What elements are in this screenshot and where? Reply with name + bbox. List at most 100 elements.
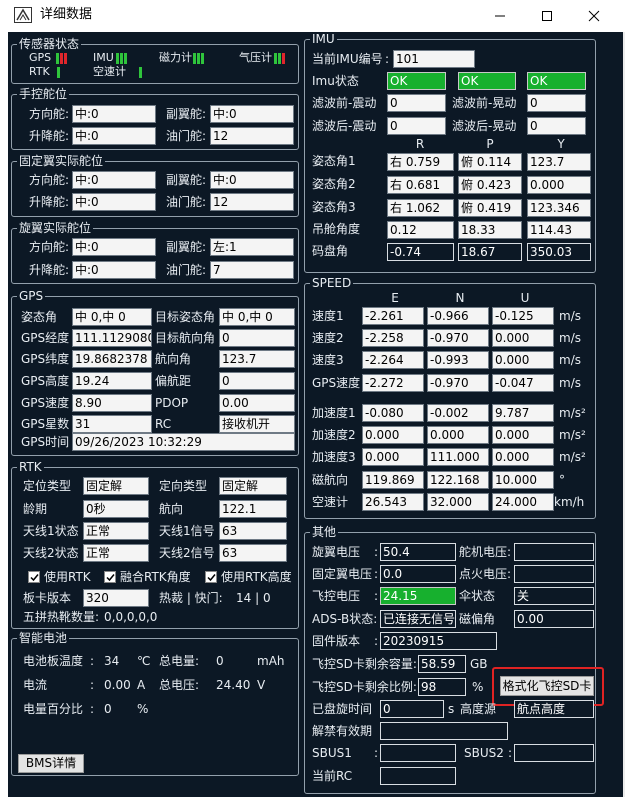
speed-row-n: -0.970 [427,374,489,392]
fixed-elev-value: 中:0 [72,193,156,211]
gps-lat-label: GPS纬度 [21,352,70,366]
imu-row-y: 123.7 [527,153,591,171]
battery-current-value: 0.00 [104,678,131,692]
imu-header-p: P [486,137,494,151]
battery-current-label: 电流 [23,678,48,692]
sensor-airspeed-label: 空速计 [93,65,126,78]
lock-status-value: 关 [514,587,594,605]
gps-heading-label: 航向角 [155,352,192,366]
imu-status-bar [116,53,119,64]
details-window: 详细数据 传感器状态 GPS IMU 磁力计 气压计 RTK 空速计 手控舵位 … [0,0,625,797]
rtk-ant2-sig-label: 天线2信号 [159,546,215,560]
minimize-button[interactable] [477,0,523,32]
speed-row-u: 0.000 [492,448,554,466]
manual-throttle-label: 油门舵: [166,129,207,143]
adsb-status-label: ADS-B状态: [312,612,378,626]
imu-row-label: 吊舱角度 [312,222,361,236]
imu-status-bar [120,53,123,64]
sd-ratio-value: 98 [418,678,466,696]
current-rc-label: 当前RC [312,769,353,783]
gps-lon-label: GPS经度 [21,331,70,345]
gps-status-bar [56,53,59,64]
gps-time-label: GPS时间 [21,435,70,449]
close-button[interactable] [571,0,617,32]
gps-heading-value: 123.7 [219,350,295,368]
bms-details-button[interactable]: BMS详情 [18,754,84,773]
fixed-aileron-label: 副翼舵: [166,173,207,187]
speed-row-u: 9.787 [492,404,554,422]
imu-row-p: 俯 0.423 [458,176,522,194]
imu-row-r: -0.74 [387,243,454,261]
battery-title: 智能电池 [17,631,70,645]
fixed-voltage-label: 固定翼电压 [312,567,373,581]
gps-alt-label: GPS高度 [21,374,70,388]
manual-elev-value: 中:0 [72,127,156,145]
fuse-rtk-angle-checkbox[interactable] [104,571,116,583]
alt-source-value: 航点高度 [514,700,594,718]
rtk-title: RTK [17,460,44,474]
rtk-ant2-label: 天线2状态 [23,546,79,560]
post-sway-value: 0 [527,117,586,135]
hot-value: 14 | 0 [236,591,271,605]
disk-time-value: 0 [380,700,444,718]
post-shake-label: 滤波后-震动 [312,119,377,133]
battery-voltage-value: 24.40 [216,678,251,692]
pre-shake-value: 0 [387,94,446,112]
sd-ratio-unit: % [472,680,484,694]
post-shake-value: 0 [387,117,446,135]
gps-sats-label: GPS星数 [21,417,70,431]
fixed-servo-title: 固定翼实际舵位 [17,154,106,168]
rotor-dir-label: 方向舵: [29,240,70,254]
use-rtk-alt-checkbox[interactable] [205,571,217,583]
fuse-rtk-angle-label: 融合RTK角度 [120,570,191,584]
rtk-status-bar [57,67,60,78]
gps-speed-value: 8.90 [72,394,152,412]
speed-row-label: 加速度3 [312,450,356,464]
rotor-aileron-value: 左:1 [210,238,294,256]
rtk-pos-type-value: 固定解 [83,477,149,495]
fc-voltage-value: 24.15 [380,587,456,605]
firmware-colon: : [374,634,379,648]
speed-row-u: 24.000 [492,493,554,511]
rtk-dir-type-value: 固定解 [219,477,287,495]
sd-ratio-label: 飞控SD卡剩余比例: [312,680,417,694]
imu-row-p: 18.33 [458,221,522,239]
rotor-voltage-value: 50.4 [380,543,456,561]
lock-status-label: 伞状态 [459,589,496,603]
gps-status-bar [64,53,67,64]
gps-target-att-label: 目标姿态角 [155,310,216,324]
fixed-voltage-value: 0.0 [380,565,456,583]
firmware-value: 20230915 [380,632,497,650]
imu-row-y: 0.000 [527,176,591,194]
rtk-ant2-sig-value: 63 [219,544,287,562]
fixed-throttle-label: 油门舵: [166,195,207,209]
sd-capacity-value: 58.59 [418,655,466,673]
rotor-aileron-label: 副翼舵: [166,240,207,254]
imu-row-r: 右 0.681 [387,176,454,194]
speed-row-n: 0.000 [427,426,489,444]
speed-header-n: N [455,291,465,305]
battery-cap-unit: mAh [257,654,285,668]
rtk-dir-type-label: 定向类型 [159,479,208,493]
gps-yaw-dist-label: 偏航距 [155,374,192,388]
speed-title: SPEED [310,276,354,290]
use-rtk-alt-label: 使用RTK高度 [221,570,292,584]
rtk-age-label: 龄期 [23,502,48,516]
rtk-ant1-label: 天线1状态 [23,524,79,538]
use-rtk-checkbox[interactable] [28,571,40,583]
speed-row-label: 速度2 [312,331,344,345]
speed-row-label: 空速计 [312,495,349,509]
sbus1-label: SBUS1 [312,746,352,760]
mag-dec-label: 磁偏角 [459,612,496,626]
sbus2-colon: : [508,746,513,760]
maximize-button[interactable] [524,0,570,32]
gps-time-value: 09/26/2023 10:32:29 [72,433,295,451]
gps-attitude-label: 姿态角 [21,310,58,324]
sbus1-colon: : [374,746,379,760]
speed-row-unit: km/h [554,495,585,509]
speed-row-u: -0.125 [492,307,554,325]
heat-count-label: 五拼热靴数量: [23,610,100,624]
disk-time-label: 已盘旋时间 [312,702,373,716]
speed-row-label: 速度3 [312,353,344,367]
battery-percent-unit: % [137,702,149,716]
